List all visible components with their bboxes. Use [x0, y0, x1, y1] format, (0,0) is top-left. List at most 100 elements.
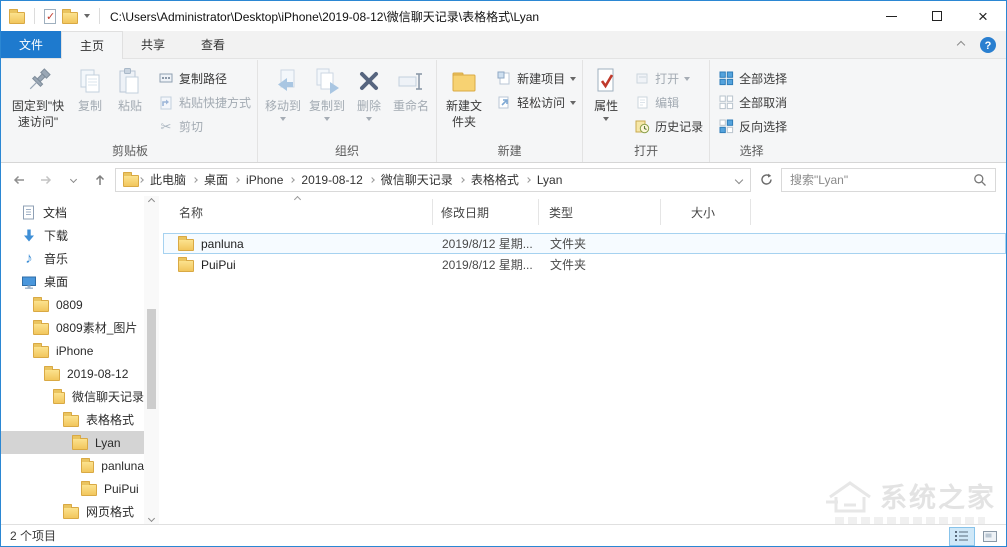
help-icon[interactable]: ? [980, 36, 996, 53]
copy-button[interactable]: 复制 [70, 61, 110, 115]
delete-button[interactable]: 删除 [349, 61, 389, 121]
crumb-table-format[interactable]: 表格格式 [464, 171, 526, 188]
column-header-name[interactable]: 名称 [163, 196, 433, 225]
move-to-label: 移动到 [265, 99, 302, 113]
new-folder-icon [448, 65, 480, 97]
paste-button[interactable]: 粘贴 [110, 61, 150, 115]
pin-icon [22, 65, 54, 97]
easy-access-button[interactable]: 轻松访问 [493, 92, 579, 113]
titlebar: C:\Users\Administrator\Desktop\iPhone\20… [1, 1, 1006, 31]
column-header-type[interactable]: 类型 [539, 199, 661, 225]
ribbon-collapse-icon[interactable] [956, 40, 966, 49]
sidebar-item-documents[interactable]: 文档 [1, 201, 144, 224]
maximize-button[interactable] [914, 1, 960, 31]
sidebar-item-puipui[interactable]: PuiPui [1, 477, 144, 500]
sidebar-item-desktop[interactable]: 桌面 [1, 270, 144, 293]
file-row-puipui[interactable]: PuiPui 2019/8/12 星期... 文件夹 [163, 254, 1006, 275]
sidebar-item-label: Lyan [95, 435, 121, 450]
search-input[interactable]: 搜索"Lyan" [781, 167, 996, 192]
pin-to-quick-access-button[interactable]: 固定到"快速访问" [6, 61, 70, 130]
file-row-panluna[interactable]: panluna 2019/8/12 星期... 文件夹 [163, 233, 1006, 254]
invert-selection-button[interactable]: 反向选择 [715, 116, 790, 137]
select-all-button[interactable]: 全部选择 [715, 68, 790, 89]
column-header-size[interactable]: 大小 [661, 199, 751, 225]
history-button[interactable]: 历史记录 [631, 116, 706, 137]
tab-file[interactable]: 文件 [1, 31, 62, 58]
address-folder-icon [120, 172, 139, 187]
folder-icon [33, 343, 49, 358]
sidebar-item-lyan[interactable]: Lyan [1, 431, 144, 454]
thumbnails-view-button[interactable] [977, 527, 1003, 546]
sidebar-item-downloads[interactable]: 下载 [1, 224, 144, 247]
new-folder-button[interactable]: 新建文件夹 [440, 61, 488, 130]
recent-locations-icon [69, 175, 77, 184]
edit-button[interactable]: 编辑 [631, 92, 706, 113]
copy-path-icon [158, 71, 174, 87]
forward-button[interactable] [34, 168, 58, 192]
new-item-button[interactable]: 新建项目 [493, 68, 579, 89]
group-label-open: 打开 [634, 144, 659, 158]
sidebar-item-music[interactable]: ♪ 音乐 [1, 247, 144, 270]
scroll-down-icon[interactable] [147, 514, 156, 523]
sidebar-item-label: 下载 [44, 229, 69, 243]
folder-icon [178, 236, 194, 251]
details-view-button[interactable] [949, 526, 975, 546]
select-none-button[interactable]: 全部取消 [715, 92, 790, 113]
recent-locations-button[interactable] [61, 168, 85, 192]
close-button[interactable]: × [960, 1, 1006, 31]
sidebar-item-0809-material[interactable]: 0809素材_图片 [1, 316, 144, 339]
sidebar-item-iphone[interactable]: iPhone [1, 339, 144, 362]
crumb-desktop[interactable]: 桌面 [197, 171, 235, 188]
cut-button[interactable]: ✂ 剪切 [155, 116, 254, 137]
back-button[interactable] [7, 168, 31, 192]
rename-button[interactable]: 重命名 [389, 61, 433, 115]
sidebar-item-wechat-records[interactable]: 微信聊天记录 [1, 385, 144, 408]
tab-view[interactable]: 查看 [183, 31, 243, 58]
copy-to-button[interactable]: 复制到 [305, 61, 349, 121]
crumb-lyan[interactable]: Lyan [530, 173, 570, 187]
refresh-button[interactable] [754, 168, 778, 192]
sidebar-item-panluna[interactable]: panluna [1, 454, 144, 477]
sidebar-item-label: panluna [101, 458, 144, 473]
sidebar-item-table-format[interactable]: 表格格式 [1, 408, 144, 431]
sidebar-scrollbar[interactable] [144, 196, 159, 524]
tab-share[interactable]: 共享 [123, 31, 183, 58]
crumb-this-pc[interactable]: 此电脑 [143, 171, 193, 188]
qat-dropdown-arrow-icon[interactable] [84, 14, 90, 18]
up-button[interactable] [88, 168, 112, 192]
invert-selection-icon [718, 119, 734, 135]
properties-button[interactable]: 属性 [586, 61, 626, 121]
copy-path-button[interactable]: 复制路径 [155, 68, 254, 89]
sidebar-item-label: 表格格式 [86, 413, 135, 427]
status-bar: 2 个项目 [1, 524, 1006, 546]
sidebar-item-0809[interactable]: 0809 [1, 293, 144, 316]
crumb-iphone[interactable]: iPhone [239, 173, 290, 187]
minimize-button[interactable] [868, 1, 914, 31]
cut-label: 剪切 [179, 120, 204, 134]
crumb-wechat-records[interactable]: 微信聊天记录 [374, 171, 460, 188]
tabrow-right: ? [956, 31, 1006, 58]
crumb-date-folder[interactable]: 2019-08-12 [294, 173, 369, 187]
folder-icon[interactable] [62, 8, 78, 24]
paste-icon [114, 65, 146, 97]
address-bar[interactable]: 此电脑 桌面 iPhone 2019-08-12 微信聊天记录 表格格式 Lya… [115, 167, 751, 192]
document-icon [23, 205, 34, 219]
tab-home[interactable]: 主页 [61, 31, 124, 59]
scrollbar-thumb[interactable] [147, 309, 156, 409]
address-dropdown-icon[interactable] [734, 175, 744, 184]
group-label-organize: 组织 [335, 144, 360, 158]
item-count: 2 个项目 [10, 529, 57, 543]
paste-shortcut-button[interactable]: 粘贴快捷方式 [155, 92, 254, 113]
properties-check-icon[interactable] [44, 8, 56, 24]
move-to-button[interactable]: 移动到 [261, 61, 305, 121]
properties-label: 属性 [594, 99, 619, 113]
sidebar-item-2019-08-12[interactable]: 2019-08-12 [1, 362, 144, 385]
column-headers: 名称 修改日期 类型 大小 [163, 196, 1006, 225]
sidebar-item-web-format[interactable]: 网页格式 [1, 500, 144, 523]
column-header-date-modified[interactable]: 修改日期 [433, 199, 539, 225]
new-folder-label: 新建文件夹 [446, 99, 483, 129]
sidebar-item-label: 2019-08-12 [67, 366, 129, 381]
paste-shortcut-icon [158, 95, 174, 111]
open-button[interactable]: 打开 [631, 68, 706, 89]
scrollbar-track[interactable] [144, 204, 159, 516]
